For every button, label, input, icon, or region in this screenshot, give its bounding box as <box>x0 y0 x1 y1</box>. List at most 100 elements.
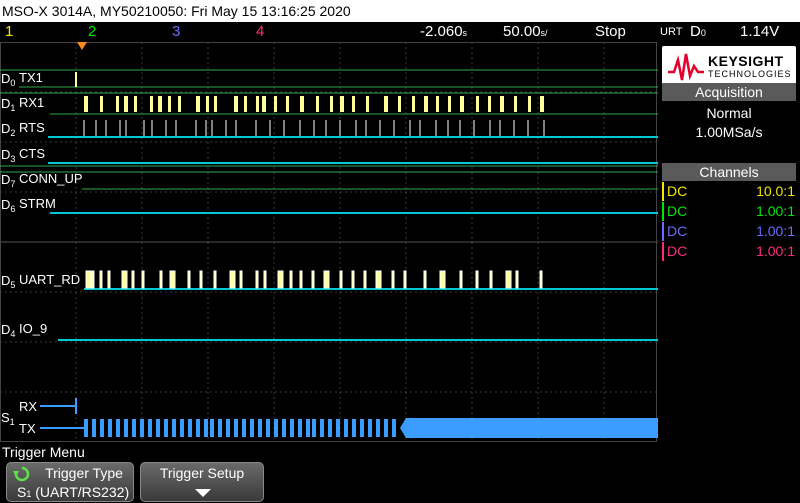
uart-rd-pulse <box>131 270 135 289</box>
trace-serial-rx <box>40 398 77 414</box>
channel-id-d3: D3 <box>1 147 15 164</box>
rx1-pulse <box>134 96 137 112</box>
trigger-source[interactable]: D0 <box>690 23 706 42</box>
channel-2-row[interactable]: DC 1.00:1 <box>662 202 798 221</box>
uart-rd-pulse <box>351 270 355 289</box>
uart-rd-pulse <box>141 270 145 289</box>
rx1-pulse <box>286 96 289 112</box>
tx-packet <box>266 419 270 437</box>
channel-4-indicator[interactable]: 4 <box>256 23 264 41</box>
uart-rd-pulse <box>311 270 315 289</box>
label-uart-rd[interactable]: UART_RD <box>19 272 80 287</box>
channel-3-row[interactable]: DC 1.00:1 <box>662 222 798 241</box>
acquisition-rate: 1.00MSa/s <box>695 124 763 140</box>
tx-packet <box>108 419 112 437</box>
status-bar: 1 2 3 4 -2.060s 50.00s/ Stop URT D0 1.14… <box>0 22 800 42</box>
uart-rd-pulse <box>169 270 176 289</box>
trace-d0-tx1 <box>0 69 658 88</box>
uart-rd-pulse <box>539 270 543 289</box>
uart-rd-pulse <box>439 270 446 289</box>
channel-1-indicator[interactable]: 1 <box>5 23 13 41</box>
uart-rd-pulse <box>403 270 407 289</box>
label-cts[interactable]: CTS <box>19 146 45 161</box>
run-state[interactable]: Stop <box>595 23 626 41</box>
channels-header[interactable]: Channels <box>662 163 796 181</box>
uart-rd-pulse <box>213 270 217 289</box>
rx1-pulse <box>330 96 333 112</box>
tx-packet <box>376 419 380 437</box>
uart-rd-pulse <box>199 270 203 289</box>
rx1-pulse <box>424 96 428 112</box>
trigger-type-softkey[interactable]: Trigger Type S1 (UART/RS232) <box>6 462 134 502</box>
time-offset[interactable]: -2.060s <box>420 23 467 42</box>
label-rts[interactable]: RTS <box>19 120 45 135</box>
tx-packet <box>204 419 208 437</box>
uart-rd-pulse <box>239 270 243 289</box>
title-bar: MSO-X 3014A, MY50210050: Fri May 15 13:1… <box>0 0 800 22</box>
tx-packet <box>116 419 120 437</box>
uart-rd-pulse <box>489 270 493 289</box>
tx-packet <box>218 419 222 437</box>
uart-rd-pulse <box>263 270 267 289</box>
uart-rd-pulse <box>339 270 343 289</box>
uart-rd-pulse <box>323 270 330 289</box>
menu-title: Trigger Menu <box>2 444 85 460</box>
time-scale[interactable]: 50.00s/ <box>503 23 548 42</box>
rx1-pulse <box>500 96 504 112</box>
trigger-position-marker[interactable] <box>77 42 87 50</box>
tx-packet <box>290 419 294 437</box>
uart-rd-pulse <box>121 270 128 289</box>
channel-4-row[interactable]: DC 1.00:1 <box>662 242 798 261</box>
acquisition-header[interactable]: Acquisition <box>662 83 796 101</box>
rx1-pulse <box>274 96 277 112</box>
channel-id-d6: D6 <box>1 197 15 214</box>
rx1-pulse <box>256 96 259 112</box>
channel-id-d7: D7 <box>1 172 15 189</box>
rx1-pulse <box>384 96 388 112</box>
keysight-logo: KEYSIGHT TECHNOLOGIES <box>662 46 796 88</box>
tx-packet <box>298 419 302 437</box>
label-tx1[interactable]: TX1 <box>19 70 43 85</box>
tx-packet <box>360 419 364 437</box>
softkey-menu: Trigger Menu Trigger Type S1 (UART/RS232… <box>0 444 800 503</box>
tx-packet <box>132 419 136 437</box>
trigger-type-value: S1 (UART/RS232) <box>17 484 130 500</box>
trigger-level[interactable]: 1.14V <box>740 23 779 41</box>
tx-packet <box>92 419 96 437</box>
uart-rd-pulse <box>91 270 95 289</box>
rx1-pulse <box>84 96 88 112</box>
tx-packet <box>392 419 396 437</box>
channel-1-row[interactable]: DC 10.0:1 <box>662 182 798 201</box>
tx-packet <box>234 419 238 437</box>
rx1-pulse <box>352 96 355 112</box>
uart-rd-pulse <box>505 270 512 289</box>
label-strm[interactable]: STRM <box>19 196 56 211</box>
tx-packet <box>328 419 332 437</box>
uart-rd-pulse <box>289 270 293 289</box>
rx1-pulse <box>196 96 200 112</box>
waveform-display[interactable]: D0 TX1 D1 RX1 D2 RTS D3 CTS D7 CONN_UP D… <box>0 42 658 444</box>
rx1-pulse <box>528 96 531 112</box>
channel-2-indicator[interactable]: 2 <box>88 23 96 41</box>
channel-id-d0: D0 <box>1 71 15 88</box>
trigger-setup-softkey[interactable]: Trigger Setup <box>140 462 264 502</box>
rx1-pulse <box>124 96 128 112</box>
tx-packet <box>242 419 246 437</box>
rx1-pulse <box>316 96 319 112</box>
uart-rd-pulse <box>99 270 103 289</box>
channel-3-indicator[interactable]: 3 <box>172 23 180 41</box>
label-rx1[interactable]: RX1 <box>19 95 44 110</box>
serial-rx-label[interactable]: RX <box>19 399 37 414</box>
label-conn-up[interactable]: CONN_UP <box>19 171 83 186</box>
label-io9[interactable]: IO_9 <box>19 321 47 336</box>
trigger-mode[interactable]: URT <box>660 23 682 41</box>
uart-rd-pulse <box>277 270 284 289</box>
tx-packet <box>156 419 160 437</box>
tx-packet <box>172 419 176 437</box>
tx-packet <box>250 419 254 437</box>
tx-packet <box>282 419 286 437</box>
serial-tx-label[interactable]: TX <box>19 421 36 436</box>
rx1-pulse <box>476 96 479 112</box>
submenu-arrow-icon <box>195 489 211 497</box>
rx1-pulse <box>436 96 439 112</box>
